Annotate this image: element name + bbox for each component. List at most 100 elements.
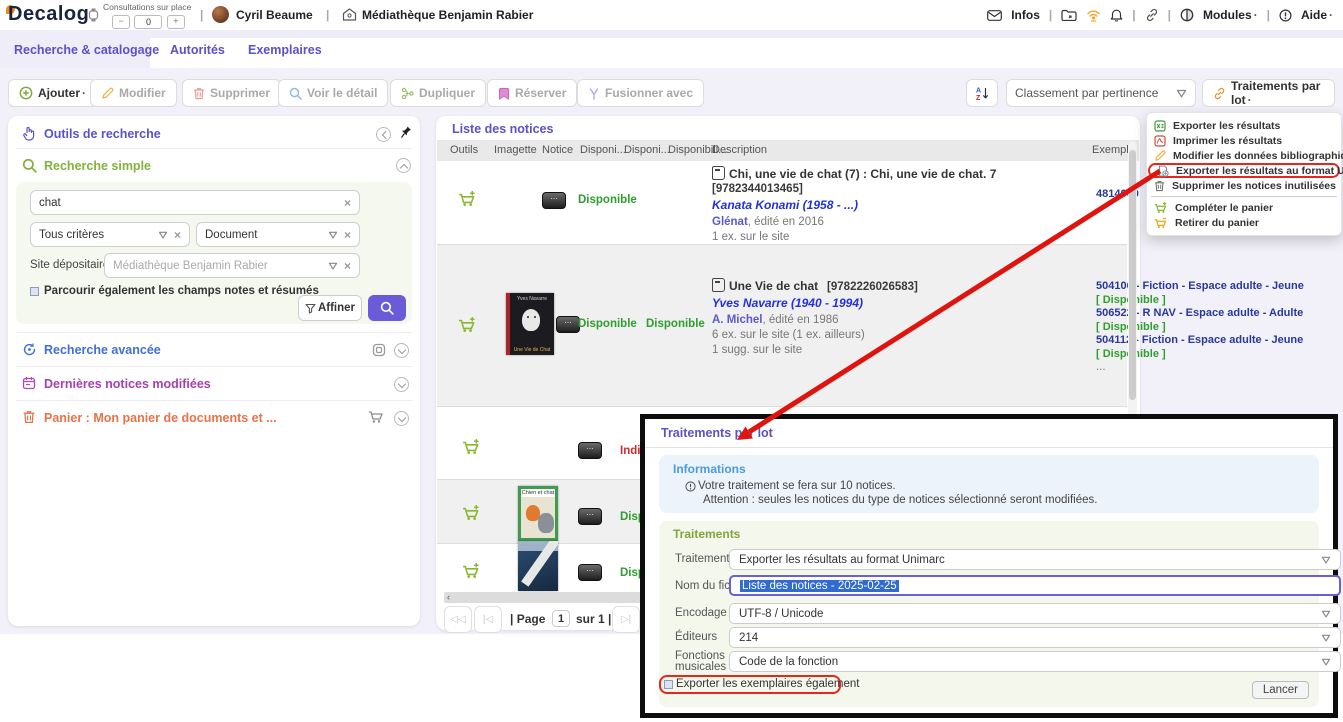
aide-menu[interactable]: Aide: [1301, 8, 1333, 22]
collapse-simple-search-button[interactable]: [396, 158, 411, 173]
menu-item-print-results[interactable]: Imprimer les résultats: [1147, 133, 1341, 148]
clear-doctype-icon[interactable]: ×: [344, 228, 351, 242]
batch-actions-button[interactable]: Traitements par lot: [1202, 79, 1335, 107]
bell-icon[interactable]: [1110, 9, 1123, 22]
search-submit-button[interactable]: [368, 295, 406, 321]
popout-icon[interactable]: [372, 343, 386, 357]
notice-chip-icon[interactable]: ⋯: [578, 508, 602, 525]
cart-plus-icon[interactable]: [462, 562, 481, 579]
column-header-imagette[interactable]: Imagette: [494, 144, 537, 156]
record-author-link[interactable]: Yves Navarre (1940 - 1994): [712, 296, 863, 310]
tab-exemplaires[interactable]: Exemplaires: [248, 43, 322, 57]
notice-chip-icon[interactable]: ⋯: [556, 316, 580, 333]
clear-criteria-icon[interactable]: ×: [174, 228, 181, 242]
duplicate-button[interactable]: Dupliquer: [390, 79, 486, 107]
book-cover-une-vie-de-chat[interactable]: Yves Navarre Une Vie de Chat: [506, 293, 554, 355]
export-exemplaires-checkbox[interactable]: [664, 680, 673, 689]
consultations-increment-button[interactable]: +: [167, 15, 185, 29]
notice-chip-icon[interactable]: ⋯: [578, 564, 602, 581]
editeurs-select[interactable]: 214: [729, 627, 1341, 648]
record-publisher-link[interactable]: A. Michel: [712, 314, 762, 326]
refine-button[interactable]: Affiner: [298, 295, 362, 321]
tab-autorites[interactable]: Autorités: [170, 43, 225, 57]
book-cover-abstract[interactable]: [518, 541, 558, 591]
sort-order-select[interactable]: Classement par pertinence: [1006, 79, 1196, 107]
clear-query-icon[interactable]: ×: [344, 196, 351, 210]
launch-button[interactable]: Lancer: [1252, 681, 1309, 699]
file-export-icon: [1157, 165, 1169, 177]
advanced-search-title[interactable]: Recherche avancée: [44, 343, 161, 357]
chain-link-icon[interactable]: [1145, 8, 1159, 22]
expand-advanced-search-button[interactable]: [394, 343, 409, 358]
folder-icon[interactable]: [1061, 9, 1077, 21]
pagination-page-input[interactable]: [552, 610, 570, 627]
doctype-select[interactable]: Document ×: [196, 222, 360, 247]
cart-plus-icon[interactable]: [458, 316, 477, 333]
library-name[interactable]: Médiathèque Benjamin Rabier: [362, 8, 533, 22]
pagination-prev-button[interactable]: |◁: [474, 606, 502, 633]
expand-basket-button[interactable]: [394, 411, 409, 426]
cart-icon[interactable]: [368, 410, 384, 424]
expand-recent-records-button[interactable]: [394, 377, 409, 392]
column-header-notice[interactable]: Notice: [542, 144, 573, 156]
user-avatar[interactable]: [212, 6, 229, 23]
column-header-dispo1[interactable]: Disponi...: [580, 144, 626, 156]
column-header-description[interactable]: Description: [712, 144, 767, 156]
sort-direction-button[interactable]: AZ: [966, 79, 998, 107]
delete-button[interactable]: Supprimer: [182, 79, 281, 107]
modules-menu[interactable]: Modules: [1203, 8, 1258, 22]
traitement-select[interactable]: Exporter les résultats au format Unimarc: [729, 549, 1341, 570]
help-icon: [1279, 9, 1292, 22]
record-publisher-link[interactable]: Glénat: [712, 216, 748, 228]
cart-plus-icon[interactable]: [458, 190, 477, 207]
traitements-panel: Traitements Traitement Exporter les résu…: [659, 521, 1319, 707]
record-author-link[interactable]: Kanata Konami (1958 - ...): [712, 198, 858, 212]
encodage-select[interactable]: UTF-8 / Unicode: [729, 603, 1341, 624]
fonctions-select[interactable]: Code de la fonction: [729, 651, 1341, 672]
basket-section-title[interactable]: Panier : Mon panier de documents et ...: [44, 411, 277, 425]
infos-link[interactable]: Infos: [1011, 8, 1040, 22]
column-header-dispo2[interactable]: Disponi...: [624, 144, 670, 156]
consultations-count-input[interactable]: [134, 15, 162, 29]
menu-item-remove-from-basket[interactable]: Retirer du panier: [1147, 215, 1341, 230]
broadcast-icon[interactable]: [1086, 9, 1101, 22]
clear-site-icon[interactable]: ×: [344, 259, 351, 273]
menu-item-export-unimarc[interactable]: Exporter les résultats au format Unimarc: [1148, 163, 1340, 178]
collapse-panel-button[interactable]: [376, 127, 391, 142]
menu-item-delete-unused[interactable]: Supprimer les notices inutilisées: [1147, 178, 1341, 193]
view-detail-button[interactable]: Voir le détail: [278, 79, 388, 107]
chevron-down-icon: [328, 231, 338, 239]
pin-icon[interactable]: [400, 125, 413, 139]
site-select[interactable]: Médiathèque Benjamin Rabier ×: [104, 253, 360, 278]
record-title[interactable]: Une Vie de chat: [729, 279, 818, 293]
magnifier-icon: [380, 301, 394, 315]
traitements-section-title: Traitements: [673, 527, 740, 541]
simple-search-title[interactable]: Recherche simple: [44, 159, 151, 173]
cart-plus-icon[interactable]: [462, 438, 481, 455]
record-title[interactable]: Chi, une vie de chat (7) : Chi, une vie …: [729, 167, 996, 181]
merge-button[interactable]: Fusionner avec: [577, 79, 704, 107]
filename-input[interactable]: Liste des notices - 2025-02-25: [729, 575, 1341, 596]
recent-records-title[interactable]: Dernières notices modifiées: [44, 377, 211, 391]
pagination-first-button[interactable]: ◁◁: [444, 606, 472, 633]
notice-chip-icon[interactable]: ⋯: [542, 192, 566, 209]
criteria-select[interactable]: Tous critères ×: [30, 222, 190, 247]
tab-recherche-catalogage[interactable]: Recherche & catalogage: [14, 43, 159, 57]
consultations-decrement-button[interactable]: −: [112, 15, 130, 29]
book-cover-chien-et-chat[interactable]: Chien et chat: [518, 486, 558, 541]
header-separator: |: [1049, 8, 1052, 22]
menu-item-edit-biblio[interactable]: Modifier les données bibliographiques: [1147, 148, 1341, 163]
reserve-button[interactable]: Réserver: [487, 79, 577, 107]
column-header-outils[interactable]: Outils: [450, 144, 478, 156]
menu-item-complete-basket[interactable]: Compléter le panier: [1147, 200, 1341, 215]
search-query-input[interactable]: chat ×: [30, 190, 360, 215]
notes-checkbox[interactable]: [30, 287, 39, 296]
notice-chip-icon[interactable]: ⋯: [578, 442, 602, 459]
menu-item-export-results[interactable]: Exporter les résultats: [1147, 118, 1341, 133]
cart-plus-icon[interactable]: [462, 504, 481, 521]
pagination-next-button[interactable]: ▷|: [612, 606, 640, 633]
scrollbar-thumb[interactable]: [1129, 150, 1136, 400]
edit-button[interactable]: Modifier: [90, 79, 177, 107]
add-button[interactable]: Ajouter: [8, 79, 97, 107]
user-name[interactable]: Cyril Beaume: [236, 8, 313, 22]
